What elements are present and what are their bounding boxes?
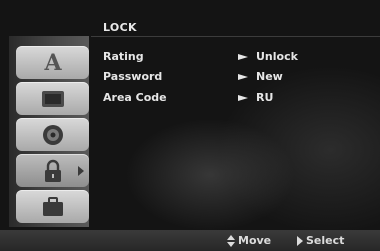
audio-icon — [40, 122, 66, 147]
arrow-right-icon — [238, 54, 248, 60]
footer-bar: Move Select — [0, 230, 380, 251]
move-hint: Move — [227, 234, 271, 247]
sidebar-item-language[interactable]: A — [16, 46, 89, 79]
select-label: Select — [306, 234, 345, 247]
select-hint: Select — [297, 234, 344, 247]
setting-label: Rating — [103, 50, 144, 63]
display-icon — [40, 86, 66, 111]
move-label: Move — [238, 234, 272, 247]
language-glyph: A — [44, 49, 62, 76]
sidebar-item-others[interactable] — [16, 190, 89, 223]
others-icon — [40, 194, 66, 219]
up-down-icon — [227, 234, 235, 247]
sidebar-item-display[interactable] — [16, 82, 89, 115]
right-arrow-icon — [297, 235, 303, 246]
osd-screen: A LOCK Rating Unlock Password New Area C… — [0, 0, 380, 251]
sidebar-item-lock[interactable] — [16, 154, 89, 187]
arrow-right-icon — [238, 95, 248, 101]
title-divider — [91, 36, 380, 37]
setting-label: Area Code — [103, 91, 167, 104]
lock-icon — [40, 158, 66, 183]
setting-label: Password — [103, 70, 163, 83]
setting-value: RU — [256, 91, 274, 104]
setting-value: New — [256, 70, 283, 83]
sidebar: A — [9, 36, 89, 227]
setting-value: Unlock — [256, 50, 298, 63]
menu-title: LOCK — [103, 21, 137, 34]
language-icon: A — [40, 49, 66, 76]
sidebar-item-audio[interactable] — [16, 118, 89, 151]
selected-arrow-icon — [78, 166, 84, 176]
arrow-right-icon — [238, 74, 248, 80]
